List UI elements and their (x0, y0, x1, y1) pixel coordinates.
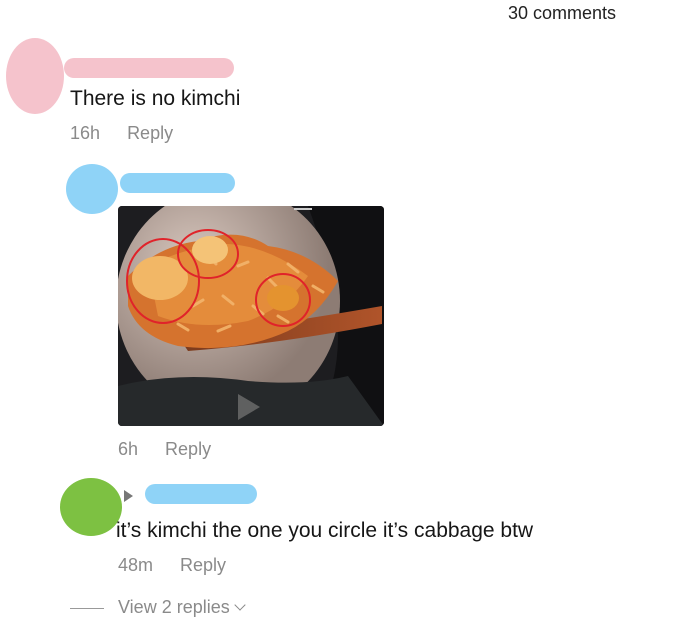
username-redacted[interactable] (64, 58, 234, 78)
reply-arrow-icon (124, 490, 133, 502)
reply-button[interactable]: Reply (180, 555, 226, 575)
chevron-down-icon (234, 599, 246, 611)
comment-meta: 48m Reply (118, 555, 226, 576)
comment-text: it’s kimchi the one you circle it’s cabb… (116, 519, 534, 542)
timestamp: 16h (70, 123, 101, 143)
avatar[interactable] (6, 38, 64, 114)
timestamp: 48m (118, 555, 154, 575)
timestamp: 6h (118, 439, 139, 459)
comment-meta: 16h Reply (70, 123, 173, 144)
comment-text: There is no kimchi (70, 87, 241, 110)
username-redacted[interactable] (120, 173, 235, 193)
comment-photo[interactable] (118, 206, 384, 426)
replies-divider (70, 608, 104, 609)
avatar[interactable] (66, 164, 118, 214)
food-photo-image (118, 206, 384, 426)
comments-count: 30 comments (507, 3, 616, 23)
reply-button[interactable]: Reply (165, 439, 211, 459)
avatar[interactable] (60, 478, 122, 536)
username-redacted[interactable] (145, 484, 257, 504)
comment-meta: 6h Reply (118, 439, 211, 460)
view-replies-button[interactable]: View 2 replies (118, 597, 246, 618)
reply-button[interactable]: Reply (127, 123, 173, 143)
view-replies-label: View 2 replies (118, 597, 230, 617)
